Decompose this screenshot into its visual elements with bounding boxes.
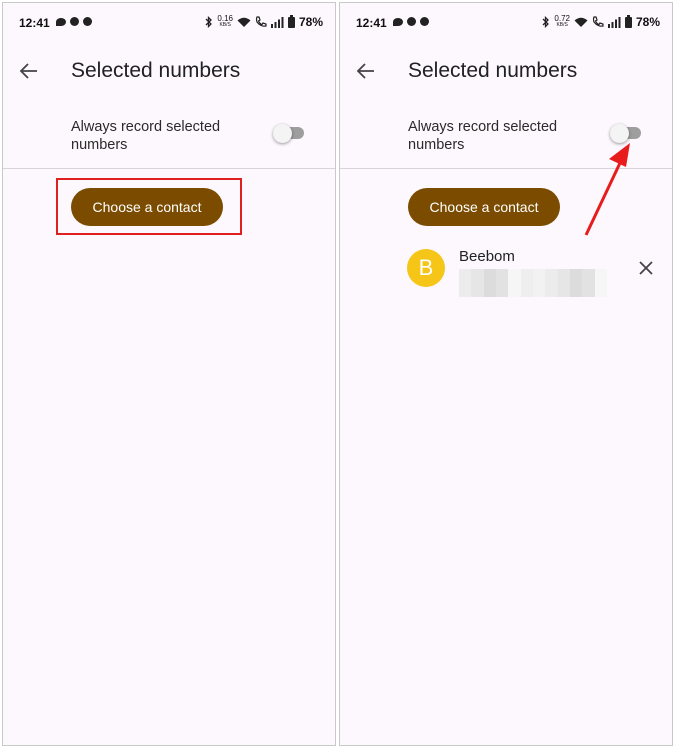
notification-icons: [393, 17, 429, 26]
back-arrow-icon[interactable]: [354, 59, 378, 83]
redaction-pixel: [569, 287, 583, 297]
setting-label: Always record selected numbers: [71, 119, 221, 153]
chat-icon: [393, 17, 403, 26]
battery-icon: [287, 14, 295, 28]
redaction-pixel: [582, 278, 595, 288]
status-time: 12:41: [356, 16, 387, 30]
redaction-pixel: [520, 287, 533, 297]
screen-before: 12:41 0.16 KB/S 78% Selected numbers Alw…: [2, 2, 336, 746]
network-speed-unit: KB/S: [556, 22, 568, 28]
network-speed: 0.72 KB/S: [554, 15, 570, 29]
redaction-pixel: [483, 287, 496, 297]
redaction-pixel: [508, 269, 521, 279]
redaction-pixel: [495, 269, 509, 279]
network-speed-unit: KB/S: [219, 22, 231, 28]
redaction-pixel: [557, 287, 570, 297]
redaction-pixel: [483, 269, 496, 279]
bluetooth-icon: [205, 16, 213, 28]
toggle-thumb: [610, 124, 629, 143]
wifi-icon: [574, 17, 588, 27]
chat-icon: [56, 17, 66, 26]
redaction-pixel: [471, 287, 484, 297]
redaction-pixel: [594, 287, 607, 297]
always-record-setting[interactable]: Always record selected numbers: [340, 116, 672, 169]
redaction-pixel: [459, 278, 472, 288]
redaction-pixel: [483, 278, 496, 288]
close-icon[interactable]: [636, 258, 656, 278]
redaction-pixel: [471, 278, 484, 288]
page-title: Selected numbers: [71, 59, 241, 82]
app-bar: Selected numbers: [3, 51, 335, 95]
system-icons: 0.16 KB/S 78%: [205, 14, 323, 29]
battery-percent: 78%: [635, 15, 660, 29]
redaction-pixel: [557, 269, 570, 279]
redaction-pixel: [532, 287, 546, 297]
facebook-icon: [83, 17, 92, 26]
redaction-pixel: [582, 287, 595, 297]
redaction-pixel: [508, 278, 521, 288]
redaction-pixel: [520, 269, 533, 279]
always-record-toggle[interactable]: [273, 121, 304, 143]
signal-icon: [607, 16, 621, 28]
redaction-pixel: [495, 287, 509, 297]
facebook-icon: [70, 17, 79, 26]
call-icon: [255, 16, 267, 27]
toggle-thumb: [273, 124, 292, 143]
redaction-pixel: [557, 278, 570, 288]
redaction-pixel: [459, 269, 472, 279]
network-speed-value: 0.72: [554, 14, 570, 23]
redaction-pixel: [459, 287, 472, 297]
redaction-pixel: [520, 278, 533, 288]
choose-contact-button[interactable]: Choose a contact: [408, 188, 560, 226]
redaction-pixel: [545, 278, 558, 288]
page-title: Selected numbers: [408, 59, 578, 82]
redaction-pixel: [569, 278, 583, 288]
redaction-pixel: [582, 269, 595, 279]
contact-list-item: B Beebom: [340, 245, 672, 301]
highlight-box: [56, 178, 242, 235]
setting-label: Always record selected numbers: [408, 119, 558, 153]
redaction-pixel: [495, 278, 509, 288]
network-speed-value: 0.16: [217, 14, 233, 23]
redaction-pixel: [594, 278, 607, 288]
avatar: B: [407, 249, 445, 287]
redaction-pixel: [569, 269, 583, 279]
back-arrow-icon[interactable]: [17, 59, 41, 83]
annotation-arrow: [584, 143, 630, 236]
redaction-pixel: [594, 269, 607, 279]
facebook-icon: [420, 17, 429, 26]
app-bar: Selected numbers: [340, 51, 672, 95]
facebook-icon: [407, 17, 416, 26]
network-speed: 0.16 KB/S: [217, 15, 233, 29]
battery-percent: 78%: [298, 15, 323, 29]
contact-name: Beebom: [459, 248, 515, 265]
redaction-pixel: [471, 269, 484, 279]
redaction-pixel: [508, 287, 521, 297]
screen-after: 12:41 0.72 KB/S 78% Selected numbers Alw…: [339, 2, 673, 746]
wifi-icon: [237, 17, 251, 27]
redaction-pixel: [532, 278, 546, 288]
redaction-pixel: [545, 287, 558, 297]
bluetooth-icon: [542, 16, 550, 28]
status-bar: 12:41 0.72 KB/S 78%: [340, 3, 672, 43]
system-icons: 0.72 KB/S 78%: [542, 14, 660, 29]
call-icon: [592, 16, 604, 27]
status-time: 12:41: [19, 16, 50, 30]
always-record-toggle[interactable]: [610, 121, 641, 143]
status-bar: 12:41 0.16 KB/S 78%: [3, 3, 335, 43]
redaction-pixel: [532, 269, 546, 279]
notification-icons: [56, 17, 92, 26]
redaction-pixel: [545, 269, 558, 279]
battery-icon: [624, 14, 632, 28]
contact-number-redacted: [459, 269, 607, 297]
always-record-setting[interactable]: Always record selected numbers: [3, 116, 335, 169]
signal-icon: [270, 16, 284, 28]
